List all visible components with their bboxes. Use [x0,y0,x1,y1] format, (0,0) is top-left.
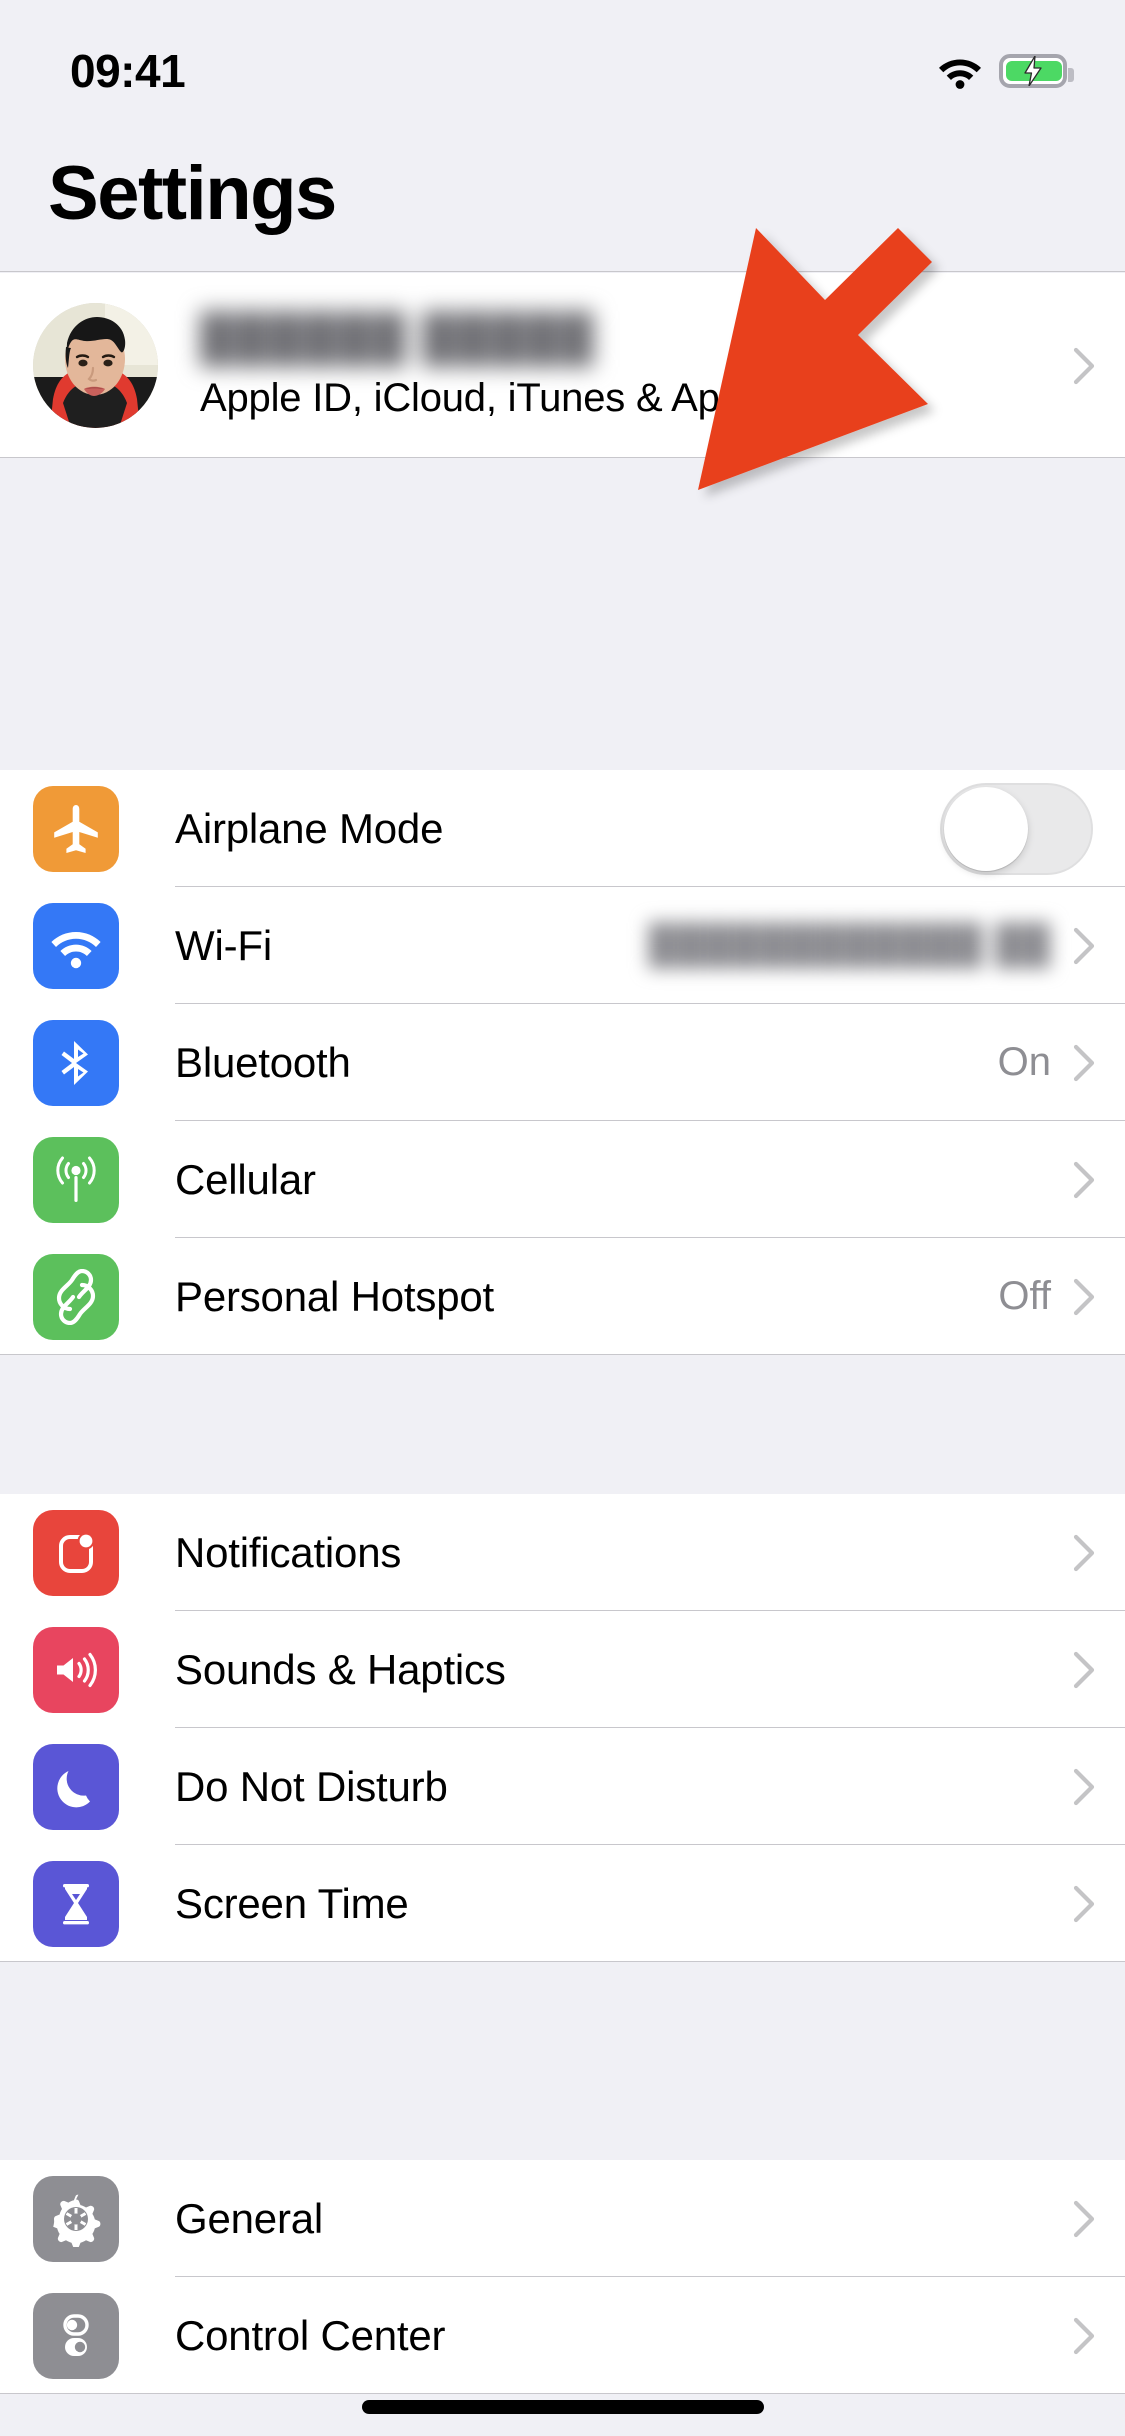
settings-row-general[interactable]: General [0,2160,1125,2277]
settings-row-label: Cellular [175,1155,316,1203]
chevron-right-icon [1073,1768,1095,1806]
settings-row-bluetooth[interactable]: Bluetooth On [0,1004,1125,1121]
chevron-right-icon [1073,347,1095,385]
hotspot-link-icon [33,1253,119,1340]
settings-row-label: General [175,2194,324,2242]
chevron-right-icon [1073,2200,1095,2238]
settings-row-label: Do Not Disturb [175,1762,448,1810]
settings-row-label: Control Center [175,2311,446,2359]
apple-id-row[interactable]: ██████ █████ Apple ID, iCloud, iTunes & … [0,273,1125,458]
settings-row-label: Notifications [175,1528,402,1576]
battery-charging-icon [999,54,1074,88]
hotspot-state-value: Off [998,1274,1051,1318]
settings-row-control-center[interactable]: Control Center [0,2277,1125,2394]
settings-row-wifi[interactable]: Wi-Fi ████████████ ██ [0,887,1125,1004]
wifi-icon [937,53,983,89]
moon-icon [33,1743,119,1830]
notifications-group: Notifications Sounds & Haptics Do Not Di… [0,1494,1125,1962]
status-bar-indicators [937,53,1074,89]
chevron-right-icon [1073,1278,1095,1316]
settings-row-label: Personal Hotspot [175,1272,494,1320]
airplane-icon [33,785,119,872]
settings-row-label: Wi-Fi [175,921,272,969]
chevron-right-icon [1073,1161,1095,1199]
apple-id-subtitle: Apple ID, iCloud, iTunes & App Store [200,376,848,420]
settings-row-airplane-mode[interactable]: Airplane Mode [0,770,1125,887]
wifi-network-value: ████████████ ██ [648,924,1051,966]
apple-id-text: ██████ █████ Apple ID, iCloud, iTunes & … [200,310,1073,421]
cellular-antenna-icon [33,1136,119,1223]
bluetooth-icon [33,1019,119,1106]
status-bar-clock: 09:41 [70,45,186,97]
settings-row-sounds-haptics[interactable]: Sounds & Haptics [0,1611,1125,1728]
avatar [33,303,158,428]
settings-row-label: Airplane Mode [175,804,444,852]
settings-row-cellular[interactable]: Cellular [0,1121,1125,1238]
bluetooth-state-value: On [997,1040,1051,1084]
connectivity-group: Airplane Mode Wi-Fi ████████████ ██ Blue… [0,770,1125,1355]
notification-badge-icon [33,1509,119,1596]
settings-row-notifications[interactable]: Notifications [0,1494,1125,1611]
speaker-waves-icon [33,1626,119,1713]
chevron-right-icon [1073,927,1095,965]
system-group: General Control Center [0,2160,1125,2394]
apple-id-name: ██████ █████ [200,311,596,363]
settings-screen: 09:41 Settings ██████ █████ Apple ID, iC… [0,0,1125,2436]
apple-id-group: ██████ █████ Apple ID, iCloud, iTunes & … [0,273,1125,458]
settings-row-label: Sounds & Haptics [175,1645,506,1693]
home-indicator [361,2400,764,2414]
settings-row-do-not-disturb[interactable]: Do Not Disturb [0,1728,1125,1845]
gear-icon [33,2175,119,2262]
control-center-toggles-icon [33,2292,119,2379]
status-bar: 09:41 [0,0,1125,132]
hourglass-icon [33,1860,119,1947]
settings-row-label: Bluetooth [175,1038,351,1086]
chevron-right-icon [1073,2317,1095,2355]
chevron-right-icon [1073,1885,1095,1923]
page-title: Settings [48,151,337,236]
settings-row-label: Screen Time [175,1879,409,1927]
settings-row-personal-hotspot[interactable]: Personal Hotspot Off [0,1238,1125,1355]
page-header: Settings [0,132,1125,272]
wifi-icon [33,902,119,989]
settings-row-screen-time[interactable]: Screen Time [0,1845,1125,1962]
airplane-mode-toggle[interactable] [940,782,1093,875]
header-divider [0,271,1125,272]
chevron-right-icon [1073,1044,1095,1082]
chevron-right-icon [1073,1651,1095,1689]
chevron-right-icon [1073,1534,1095,1572]
